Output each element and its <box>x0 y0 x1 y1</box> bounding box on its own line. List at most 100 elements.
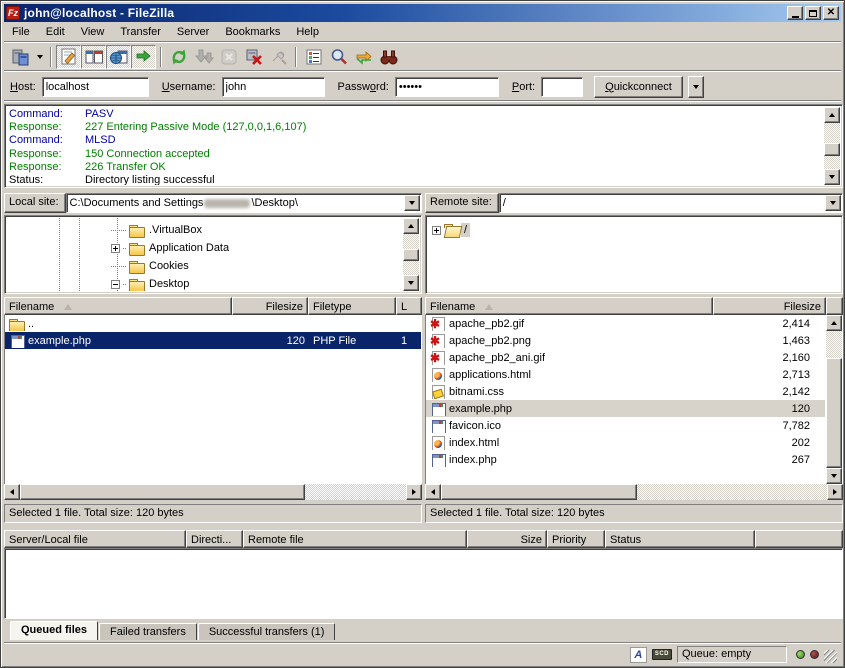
queue-tabs: Queued filesFailed transfersSuccessful t… <box>4 621 335 640</box>
scrollbar-thumb[interactable] <box>826 358 842 468</box>
host-input[interactable] <box>42 77 149 97</box>
scrollbar-thumb[interactable] <box>824 143 840 156</box>
scroll-left-button[interactable] <box>425 484 441 500</box>
file-search-button[interactable] <box>326 45 351 69</box>
tree-expander-plus[interactable] <box>432 226 441 235</box>
menu-item-view[interactable]: View <box>73 24 113 40</box>
menu-item-help[interactable]: Help <box>288 24 327 40</box>
file-name-cell: example.php <box>426 402 714 416</box>
scroll-right-button[interactable] <box>406 484 422 500</box>
column-header-filesize[interactable]: Filesize <box>713 297 826 315</box>
username-input[interactable] <box>222 77 325 97</box>
maximize-button[interactable] <box>805 6 821 20</box>
synchronized-browsing-button[interactable] <box>351 45 376 69</box>
data-activity-led-icon <box>796 650 805 659</box>
filter-button[interactable] <box>301 45 326 69</box>
transfer-type-icon[interactable]: A <box>630 647 647 663</box>
disconnect-button[interactable] <box>241 45 266 69</box>
file-row[interactable]: apache_pb2.png1,463 <box>426 332 825 349</box>
file-type-cell: PHP File <box>309 335 397 347</box>
scroll-left-button[interactable] <box>4 484 20 500</box>
queue-column-header-3[interactable]: Remote file <box>243 530 467 548</box>
resize-grip[interactable] <box>824 650 837 663</box>
tree-item[interactable]: / <box>432 221 838 239</box>
scroll-up-button[interactable] <box>826 315 842 331</box>
tree-item[interactable]: Application Data <box>7 239 401 257</box>
scroll-down-button[interactable] <box>824 169 840 185</box>
column-header-filetype[interactable]: Filetype <box>308 297 396 315</box>
toggle-local-tree-button[interactable] <box>81 45 106 69</box>
tab-successful-transfers[interactable]: Successful transfers (1) <box>198 623 336 640</box>
queue-column-header-1[interactable]: Server/Local file <box>4 530 186 548</box>
tab-failed-transfers[interactable]: Failed transfers <box>99 623 197 640</box>
scroll-down-button[interactable] <box>403 275 419 291</box>
tree-item[interactable]: Cookies <box>7 257 401 275</box>
toggle-remote-tree-button[interactable] <box>106 45 131 69</box>
tree-item[interactable]: .VirtualBox <box>7 221 401 239</box>
scroll-up-button[interactable] <box>824 107 840 123</box>
close-button[interactable]: ✕ <box>823 6 839 20</box>
password-input[interactable] <box>395 77 499 97</box>
file-row[interactable]: apache_pb2.gif2,414 <box>426 315 825 332</box>
minimize-button[interactable] <box>787 6 803 20</box>
remote-site-combo-dropdown[interactable] <box>825 195 841 211</box>
log-line-label: Response: <box>9 161 85 174</box>
local-site-combo[interactable]: C:\Documents and Settings \Desktop\ <box>66 193 422 213</box>
file-row[interactable]: index.php267 <box>426 451 825 468</box>
scrollbar-thumb[interactable] <box>441 484 637 500</box>
menu-item-server[interactable]: Server <box>169 24 217 40</box>
remote-tree-panel: / <box>425 215 843 294</box>
site-manager-dropdown[interactable] <box>33 45 46 69</box>
toggle-message-log-button[interactable] <box>56 45 81 69</box>
process-queue-button[interactable] <box>191 45 216 69</box>
log-line: Response:227 Entering Passive Mode (127,… <box>9 121 821 134</box>
cancel-operation-button[interactable] <box>216 45 241 69</box>
column-header-filename[interactable]: Filename <box>4 297 232 315</box>
file-row[interactable]: example.php120PHP File1 <box>5 332 421 349</box>
file-row[interactable]: apache_pb2_ani.gif2,160 <box>426 349 825 366</box>
tree-connector <box>111 266 126 267</box>
reconnect-icon <box>269 47 289 67</box>
refresh-button[interactable] <box>166 45 191 69</box>
queue-column-header-2[interactable]: Directi... <box>186 530 243 548</box>
file-row[interactable]: favicon.ico7,782 <box>426 417 825 434</box>
column-header-filesize[interactable]: Filesize <box>232 297 308 315</box>
menu-item-edit[interactable]: Edit <box>38 24 73 40</box>
directory-comparison-button[interactable] <box>376 45 401 69</box>
toggle-transfer-queue-button[interactable] <box>131 45 156 69</box>
reconnect-button[interactable] <box>266 45 291 69</box>
tree-connector <box>111 230 126 231</box>
menu-item-file[interactable]: File <box>4 24 38 40</box>
tab-queued-files[interactable]: Queued files <box>10 621 98 640</box>
remote-site-combo[interactable]: / <box>499 193 843 213</box>
scrollbar-thumb[interactable] <box>20 484 305 500</box>
quickconnect-button[interactable]: Quickconnect <box>594 76 683 98</box>
menu-item-transfer[interactable]: Transfer <box>112 24 169 40</box>
quickconnect-dropdown[interactable] <box>688 76 704 98</box>
scroll-up-button[interactable] <box>403 218 419 234</box>
queue-status-text: Queue: empty <box>677 646 787 663</box>
file-row[interactable]: applications.html2,713 <box>426 366 825 383</box>
file-row[interactable]: .. <box>5 315 421 332</box>
queue-column-header-5[interactable]: Priority <box>547 530 605 548</box>
column-header-filename[interactable]: Filename <box>425 297 713 315</box>
column-header-lastmodified[interactable]: L <box>396 297 422 315</box>
site-manager-button[interactable] <box>8 45 33 69</box>
queue-column-header-6[interactable]: Status <box>605 530 755 548</box>
local-site-combo-dropdown[interactable] <box>404 195 420 211</box>
tree-item[interactable]: Desktop <box>7 275 401 291</box>
tree-expander-minus[interactable] <box>111 280 120 289</box>
queue-column-header-filler <box>755 530 843 548</box>
scroll-down-button[interactable] <box>826 468 842 484</box>
file-row[interactable]: bitnami.css2,142 <box>426 383 825 400</box>
tree-expander-plus[interactable] <box>111 244 120 253</box>
file-row[interactable]: index.html202 <box>426 434 825 451</box>
file-name-cell: index.html <box>426 436 714 450</box>
queue-column-header-4[interactable]: Size <box>467 530 547 548</box>
port-input[interactable] <box>541 77 583 97</box>
menu-item-bookmarks[interactable]: Bookmarks <box>217 24 288 40</box>
scroll-right-button[interactable] <box>827 484 843 500</box>
file-row[interactable]: example.php120 <box>426 400 825 417</box>
scrollbar-thumb[interactable] <box>403 249 419 261</box>
queue-column-label: Server/Local file <box>9 534 88 546</box>
